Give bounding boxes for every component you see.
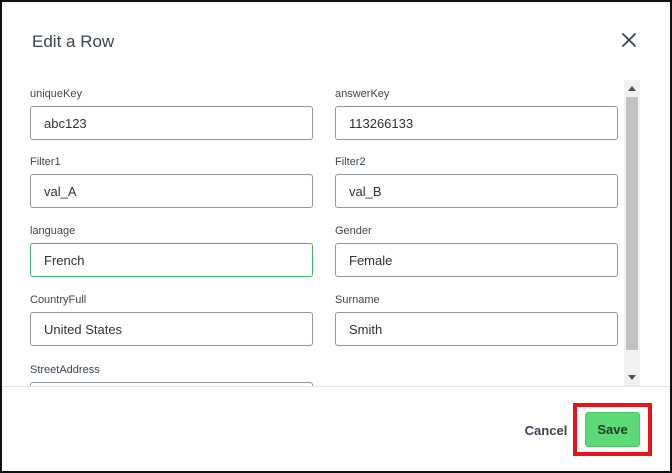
field-language: language [30,224,313,277]
scroll-up-arrow[interactable] [624,80,640,96]
gender-label: Gender [335,225,372,237]
dialog-title: Edit a Row [32,32,115,51]
field-filter2: Filter2 [335,155,618,208]
filter1-input[interactable] [30,174,313,208]
close-icon [622,33,636,47]
filter1-label: Filter1 [30,156,61,168]
field-streetaddress: StreetAddress [30,363,313,386]
form-area: uniqueKey answerKey Filter1 Filter2 lang… [2,80,624,386]
filter2-input[interactable] [335,174,618,208]
language-input[interactable] [30,243,313,277]
footer-divider [2,386,670,387]
gender-input[interactable] [335,243,618,277]
language-label: language [30,225,76,237]
countryfull-input[interactable] [30,312,313,346]
field-uniquekey: uniqueKey [30,87,313,140]
form-scrollbar[interactable] [624,80,640,386]
field-countryfull: CountryFull [30,293,313,346]
field-surname: Surname [335,293,618,346]
uniquekey-label: uniqueKey [30,88,82,100]
surname-label: Surname [335,294,380,306]
triangle-down-icon [628,375,636,380]
save-button[interactable]: Save [585,412,640,447]
field-gender: Gender [335,224,618,277]
countryfull-label: CountryFull [30,294,87,306]
answerkey-label: answerKey [335,88,390,100]
surname-input[interactable] [335,312,618,346]
scroll-down-arrow[interactable] [624,370,640,386]
cancel-button[interactable]: Cancel [518,417,574,443]
triangle-up-icon [628,86,636,91]
field-answerkey: answerKey [335,87,618,140]
filter2-label: Filter2 [335,156,366,168]
uniquekey-input[interactable] [30,106,313,140]
scroll-thumb[interactable] [626,97,638,350]
close-button[interactable] [619,30,639,50]
streetaddress-label: StreetAddress [30,364,100,376]
field-filter1: Filter1 [30,155,313,208]
answerkey-input[interactable] [335,106,618,140]
